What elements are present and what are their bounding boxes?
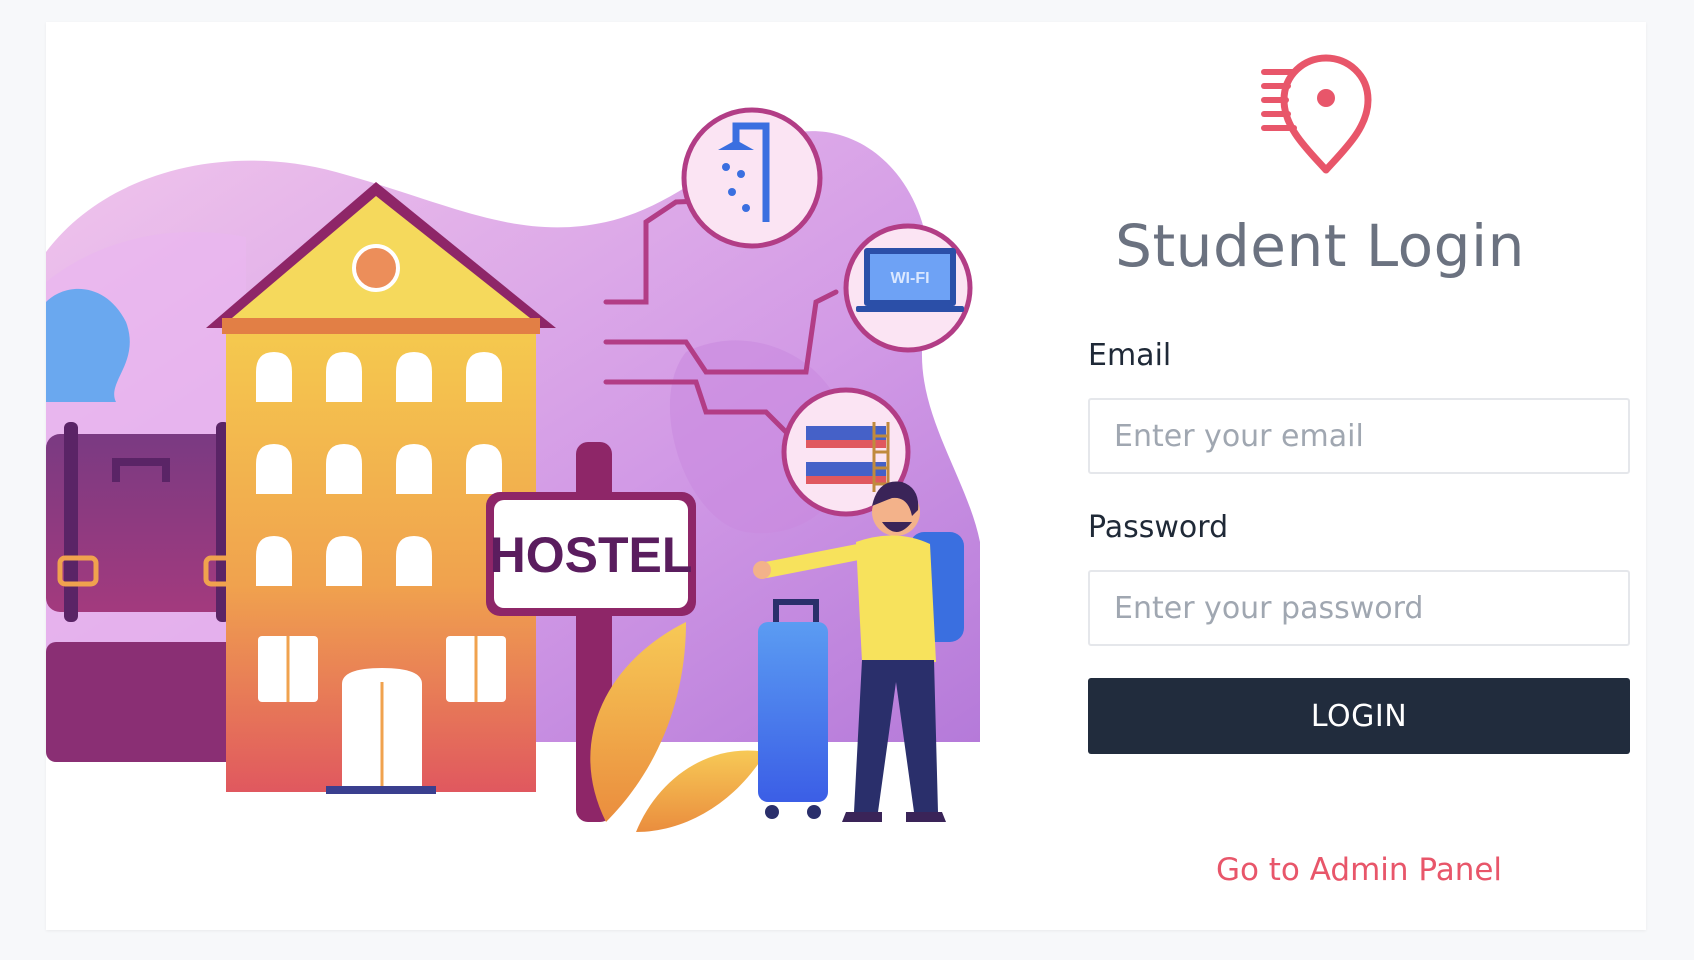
email-field[interactable]	[1088, 398, 1630, 474]
login-button[interactable]: LOGIN	[1088, 678, 1630, 754]
page-title: Student Login	[1115, 212, 1525, 280]
hostel-sign-text: HOSTEL	[490, 527, 693, 583]
admin-panel-link[interactable]: Go to Admin Panel	[1088, 852, 1630, 888]
hostel-illustration: WI-FI HOSTEL	[46, 22, 980, 930]
wifi-label: WI-FI	[890, 270, 929, 287]
password-label: Password	[1088, 510, 1229, 545]
password-field[interactable]	[1088, 570, 1630, 646]
login-form-panel: Student Login Email Password LOGIN Go to…	[1040, 22, 1630, 930]
email-label: Email	[1088, 338, 1172, 373]
location-pin-speed-icon	[1258, 50, 1378, 180]
login-card: WI-FI HOSTEL Student Login Email Enter y…	[46, 22, 1646, 930]
